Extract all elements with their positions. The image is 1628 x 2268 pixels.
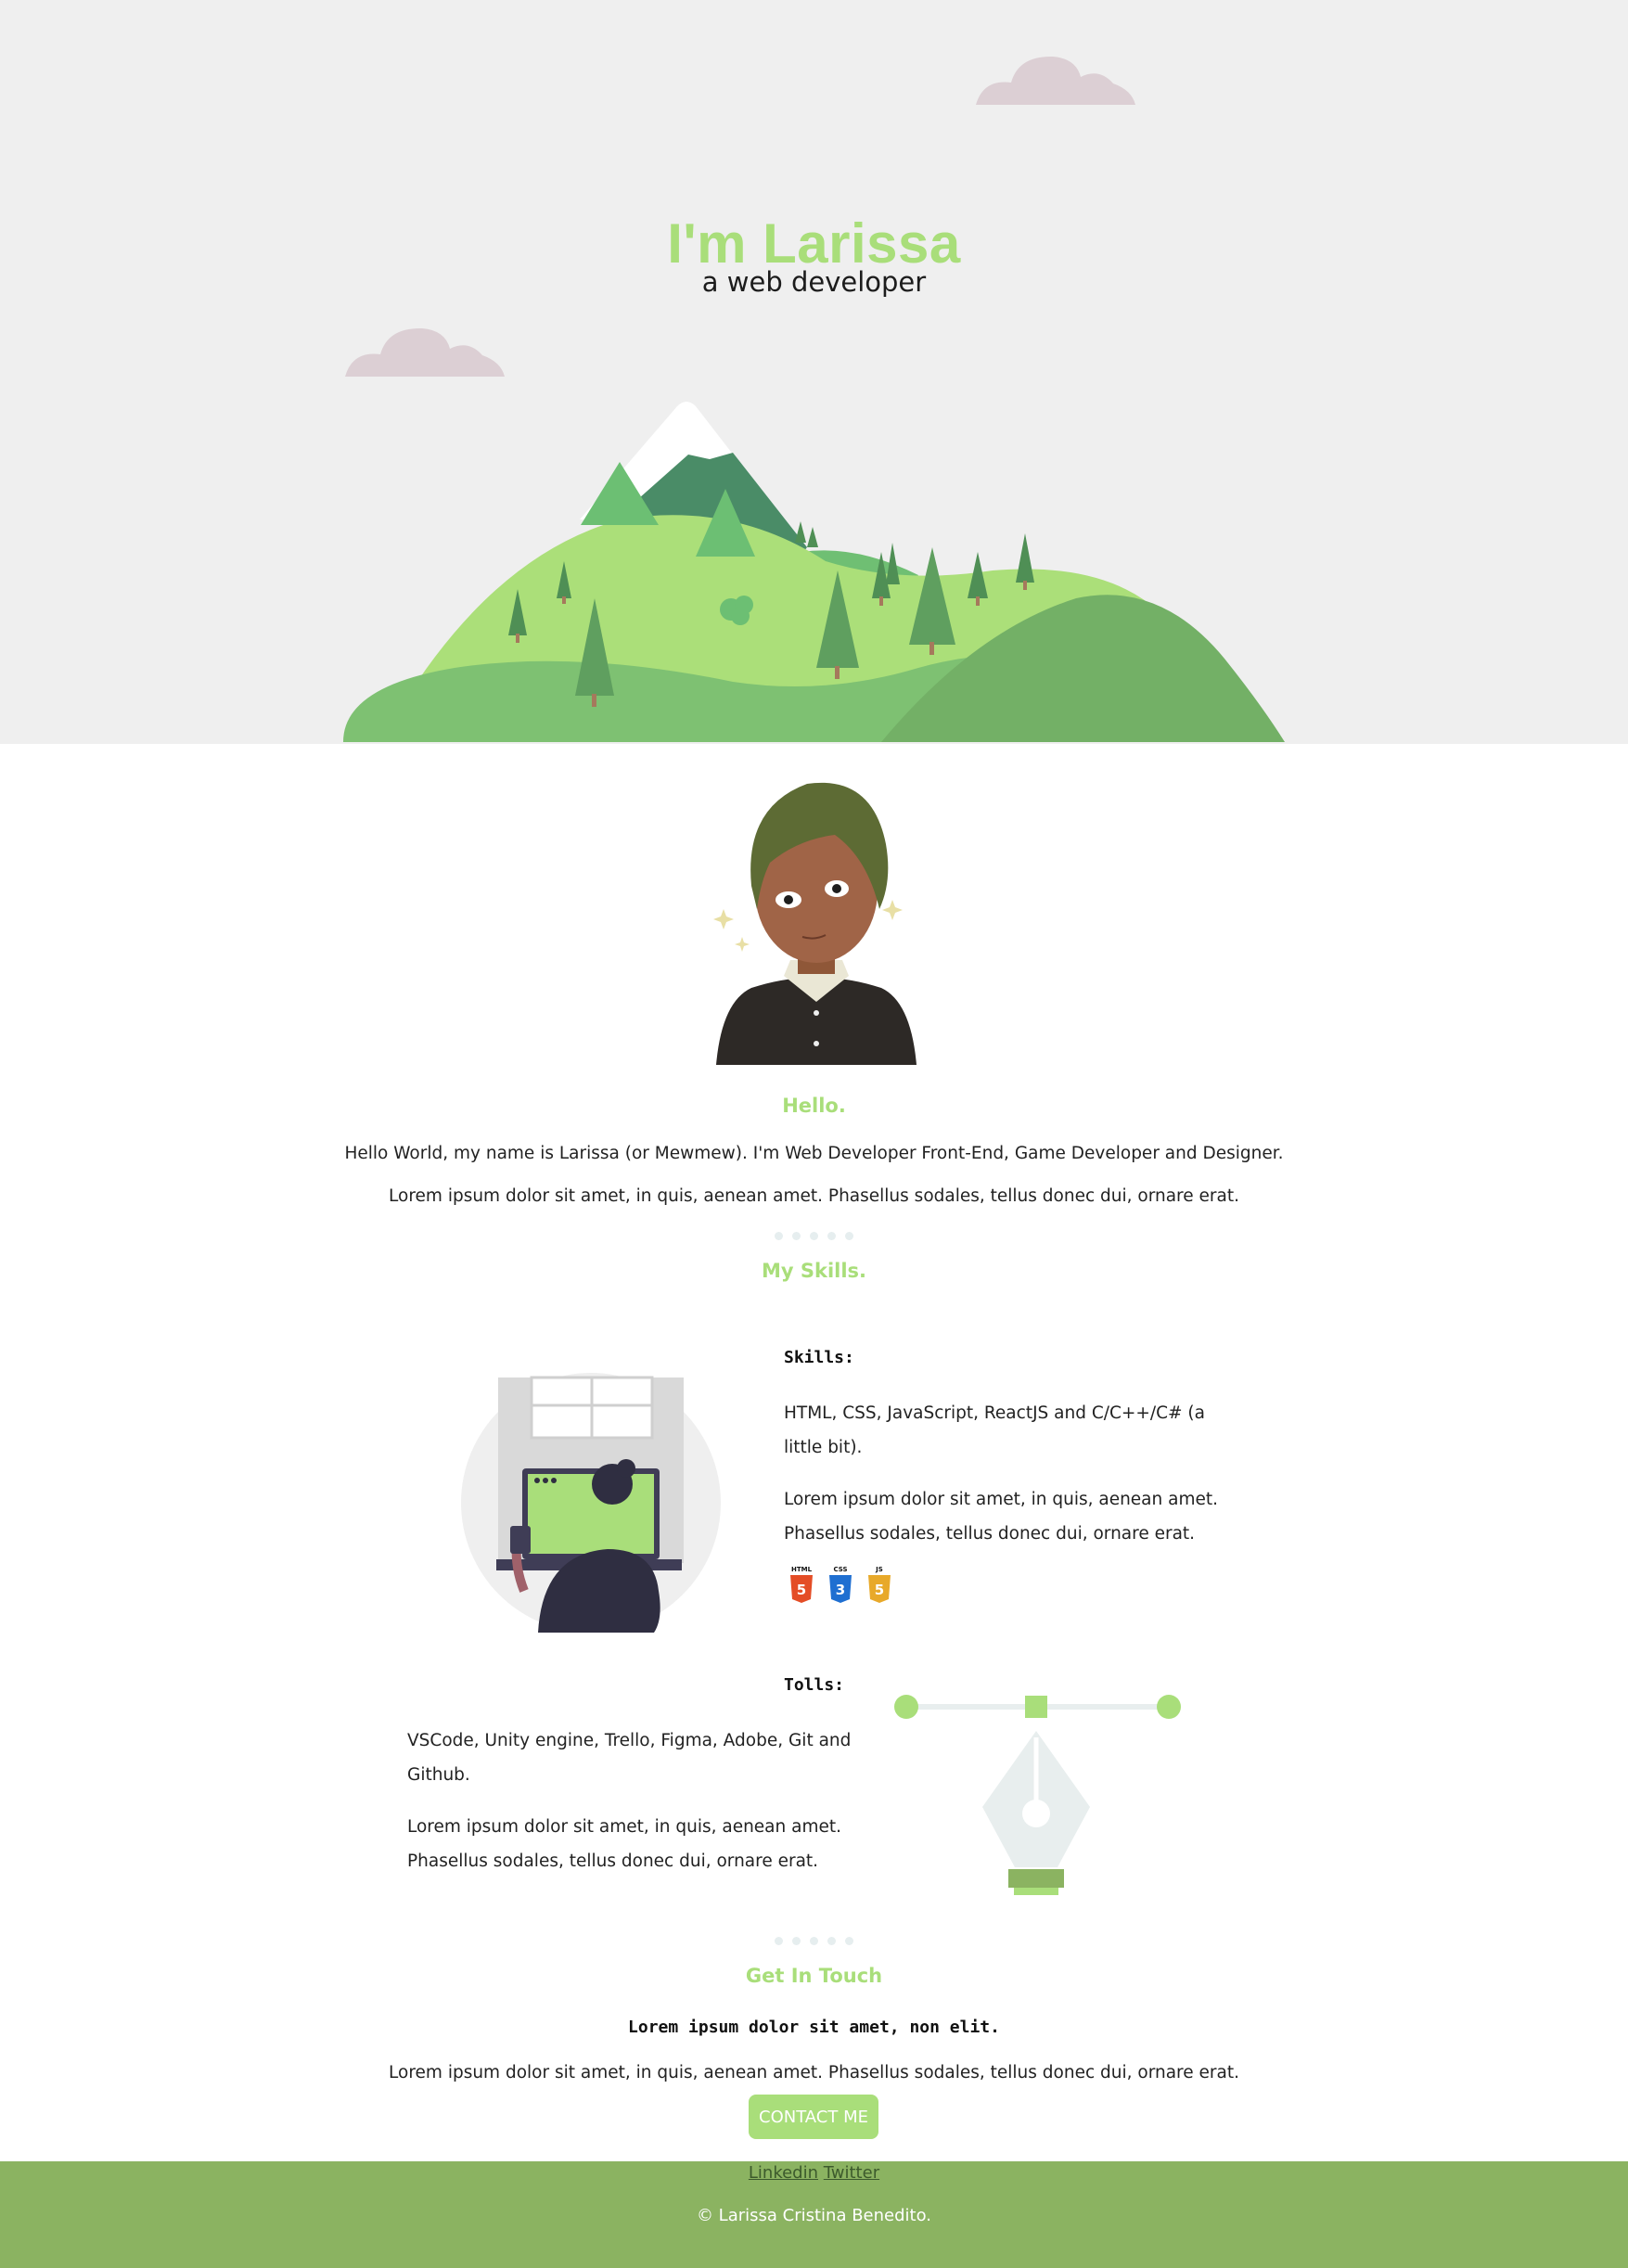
skills-lorem-line2: Phasellus sodales, tellus donec dui, orn… xyxy=(784,1524,1196,1544)
contact-bold-line: Lorem ipsum dolor sit amet, non elit. xyxy=(628,2018,1000,2037)
js-shield: 5 xyxy=(868,1575,891,1603)
copyright-text: © Larissa Cristina Benedito. xyxy=(696,2206,932,2225)
cloud-left xyxy=(345,327,505,377)
contact-me-button[interactable]: CONTACT ME xyxy=(749,2095,878,2139)
pen-tool-illustration xyxy=(894,1695,1181,1895)
css3-label: CSS xyxy=(833,1566,848,1573)
tools-lorem-line1: Lorem ipsum dolor sit amet, in quis, aen… xyxy=(407,1817,842,1837)
js-label: JS xyxy=(876,1566,883,1573)
tools-list-line1: VSCode, Unity engine, Trello, Figma, Ado… xyxy=(407,1731,852,1750)
cloud-top-right xyxy=(976,56,1135,105)
css3-digit: 3 xyxy=(836,1582,845,1598)
hero-section: I'm Larissa a web developer xyxy=(0,0,1628,744)
about-intro-text: Hello World, my name is Larissa (or Mewm… xyxy=(344,1144,1284,1163)
css3-shield: 3 xyxy=(829,1575,852,1603)
divider-dots-2 xyxy=(0,1931,1628,1949)
avatar-illustration xyxy=(713,782,917,1065)
mountain-landscape-illustration xyxy=(343,402,1285,742)
tools-heading: Tolls: xyxy=(784,1675,845,1695)
twitter-link[interactable]: Twitter xyxy=(824,2163,879,2183)
skills-heading: Skills: xyxy=(784,1348,854,1367)
divider-dots xyxy=(0,1226,1628,1244)
js-digit: 5 xyxy=(875,1582,884,1598)
skills-lorem-line1: Lorem ipsum dolor sit amet, in quis, aen… xyxy=(784,1490,1219,1509)
skills-title: My Skills. xyxy=(761,1260,867,1282)
about-title: Hello. xyxy=(782,1095,846,1117)
js-icon: JS 5 xyxy=(865,1566,894,1605)
tools-list-line2: Github. xyxy=(407,1765,470,1785)
linkedin-link[interactable]: Linkedin xyxy=(749,2163,818,2183)
html5-digit: 5 xyxy=(797,1582,806,1598)
contact-title: Get In Touch xyxy=(745,1965,883,1987)
developer-at-computer-illustration xyxy=(461,1373,721,1633)
footer-links: Linkedin Twitter xyxy=(0,2163,1628,2183)
about-lorem-text: Lorem ipsum dolor sit amet, in quis, aen… xyxy=(389,1186,1239,1206)
skills-list-line2: little bit). xyxy=(784,1438,863,1457)
css3-icon: CSS 3 xyxy=(826,1566,855,1605)
contact-text: Lorem ipsum dolor sit amet, in quis, aen… xyxy=(389,2063,1239,2082)
tech-icons: HTML 5 CSS 3 JS 5 xyxy=(787,1566,894,1605)
skills-list-line1: HTML, CSS, JavaScript, ReactJS and C/C++… xyxy=(784,1403,1205,1423)
html5-label: HTML xyxy=(790,1566,813,1573)
html5-shield: 5 xyxy=(790,1575,813,1603)
html5-icon: HTML 5 xyxy=(787,1566,816,1605)
hero-subtitle: a web developer xyxy=(701,266,927,298)
tools-lorem-line2: Phasellus sodales, tellus donec dui, orn… xyxy=(407,1852,819,1871)
